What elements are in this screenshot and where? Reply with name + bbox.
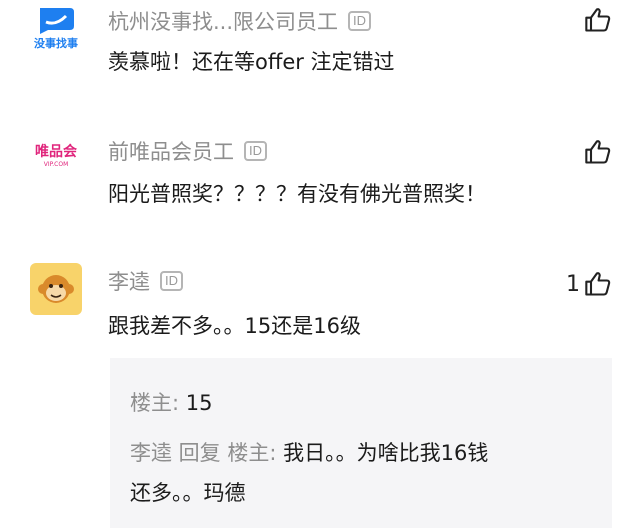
id-badge-icon: ID xyxy=(160,271,183,291)
reply-text-continued: 还多。。玛德 xyxy=(130,481,246,505)
comment-text: 跟我差不多。。15还是16级 xyxy=(108,314,361,338)
thumbs-up-icon xyxy=(585,272,611,296)
author-row: 杭州没事找...限公司员工 ID xyxy=(108,6,372,36)
like-button[interactable] xyxy=(580,138,612,166)
id-badge-icon: ID xyxy=(244,141,267,161)
avatar-label: 没事找事 xyxy=(34,36,78,50)
reply-thread[interactable]: 楼主: 15 李逵 回复 楼主: 我日。。为啥比我16钱 还多。。玛德 xyxy=(110,358,612,528)
like-button[interactable]: 1 xyxy=(566,270,612,298)
author-row: 前唯品会员工 ID xyxy=(108,136,267,166)
author-name[interactable]: 杭州没事找...限公司员工 xyxy=(108,6,338,36)
comment-text: 羡慕啦！还在等offer 注定错过 xyxy=(108,50,395,74)
avatar-label: 唯品会 xyxy=(35,143,77,160)
avatar[interactable] xyxy=(30,263,82,315)
like-count: 1 xyxy=(566,271,580,297)
reply-author[interactable]: 李逵 回复 楼主: xyxy=(130,441,276,465)
author-name[interactable]: 前唯品会员工 xyxy=(108,136,234,166)
avatar[interactable]: 唯品会 VIP.COM xyxy=(30,128,82,180)
app-logo-icon xyxy=(40,7,74,34)
like-button[interactable] xyxy=(580,6,612,34)
avatar[interactable]: 没事找事 xyxy=(30,2,82,54)
reply-item: 楼主: 15 xyxy=(130,386,212,420)
reply-author[interactable]: 楼主: xyxy=(130,391,179,415)
monkey-avatar-icon xyxy=(38,275,74,303)
thumbs-up-icon xyxy=(585,140,611,164)
reply-text: 我日。。为啥比我16钱 xyxy=(276,441,489,465)
thumbs-up-icon xyxy=(585,8,611,32)
comment-text: 阳光普照奖？？？？有没有佛光普照奖！ xyxy=(108,182,486,206)
author-row: 李逵 ID xyxy=(108,266,183,296)
id-badge-icon: ID xyxy=(348,11,372,31)
reply-text: 15 xyxy=(179,391,213,415)
author-name[interactable]: 李逵 xyxy=(108,266,150,296)
avatar-sublabel: VIP.COM xyxy=(43,160,69,168)
reply-item: 李逵 回复 楼主: 我日。。为啥比我16钱 xyxy=(130,436,488,470)
